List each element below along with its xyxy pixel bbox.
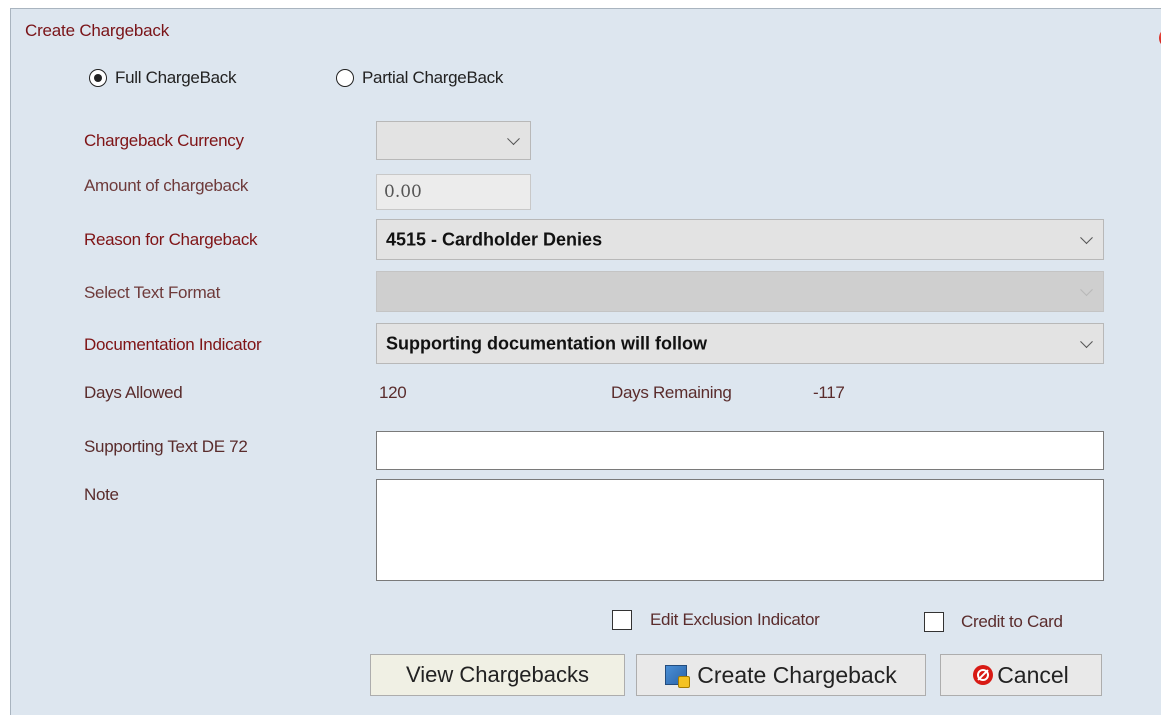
edit-exclusion-label[interactable]: Edit Exclusion Indicator	[650, 610, 820, 630]
credit-to-card-checkbox[interactable]	[924, 612, 944, 632]
create-chargeback-icon	[665, 665, 691, 688]
chevron-down-icon	[1080, 230, 1093, 244]
partial-chargeback-label[interactable]: Partial ChargeBack	[362, 68, 503, 88]
currency-label: Chargeback Currency	[84, 131, 244, 150]
days-remaining-value: -117	[813, 383, 845, 402]
doc-indicator-select[interactable]: Supporting documentation will follow	[376, 323, 1104, 364]
cancel-icon	[973, 665, 994, 685]
text-format-select[interactable]	[376, 271, 1104, 312]
note-textarea[interactable]	[376, 479, 1104, 581]
dialog-title: Create Chargeback	[25, 21, 170, 40]
amount-field[interactable]: 0.00	[376, 174, 531, 210]
supporting-text-input[interactable]	[376, 431, 1104, 470]
amount-label: Amount of chargeback	[84, 176, 249, 195]
full-chargeback-label[interactable]: Full ChargeBack	[115, 68, 236, 88]
doc-indicator-label: Documentation Indicator	[84, 335, 262, 354]
text-format-label: Select Text Format	[84, 283, 221, 302]
cancel-button[interactable]: Cancel	[940, 654, 1102, 696]
full-chargeback-radio[interactable]	[89, 69, 107, 87]
edit-exclusion-checkbox[interactable]	[612, 610, 632, 630]
days-allowed-value: 120	[379, 383, 407, 402]
create-chargeback-button[interactable]: Create Chargeback	[636, 654, 926, 696]
currency-select[interactable]	[376, 121, 531, 160]
credit-to-card-label[interactable]: Credit to Card	[961, 612, 1063, 632]
chevron-down-icon	[507, 131, 520, 145]
chevron-down-icon	[1080, 334, 1093, 348]
days-allowed-label: Days Allowed	[84, 383, 183, 402]
note-label: Note	[84, 485, 119, 504]
create-chargeback-dialog: Create Chargeback ✕ Full ChargeBack Part…	[10, 8, 1161, 715]
partial-chargeback-radio[interactable]	[336, 69, 354, 87]
supporting-text-label: Supporting Text DE 72	[84, 437, 248, 456]
days-remaining-label: Days Remaining	[611, 383, 732, 402]
reason-label: Reason for Chargeback	[84, 230, 258, 249]
reason-select[interactable]: 4515 - Cardholder Denies	[376, 219, 1104, 260]
view-chargebacks-button[interactable]: View Chargebacks	[370, 654, 625, 696]
chevron-down-icon	[1080, 282, 1093, 296]
